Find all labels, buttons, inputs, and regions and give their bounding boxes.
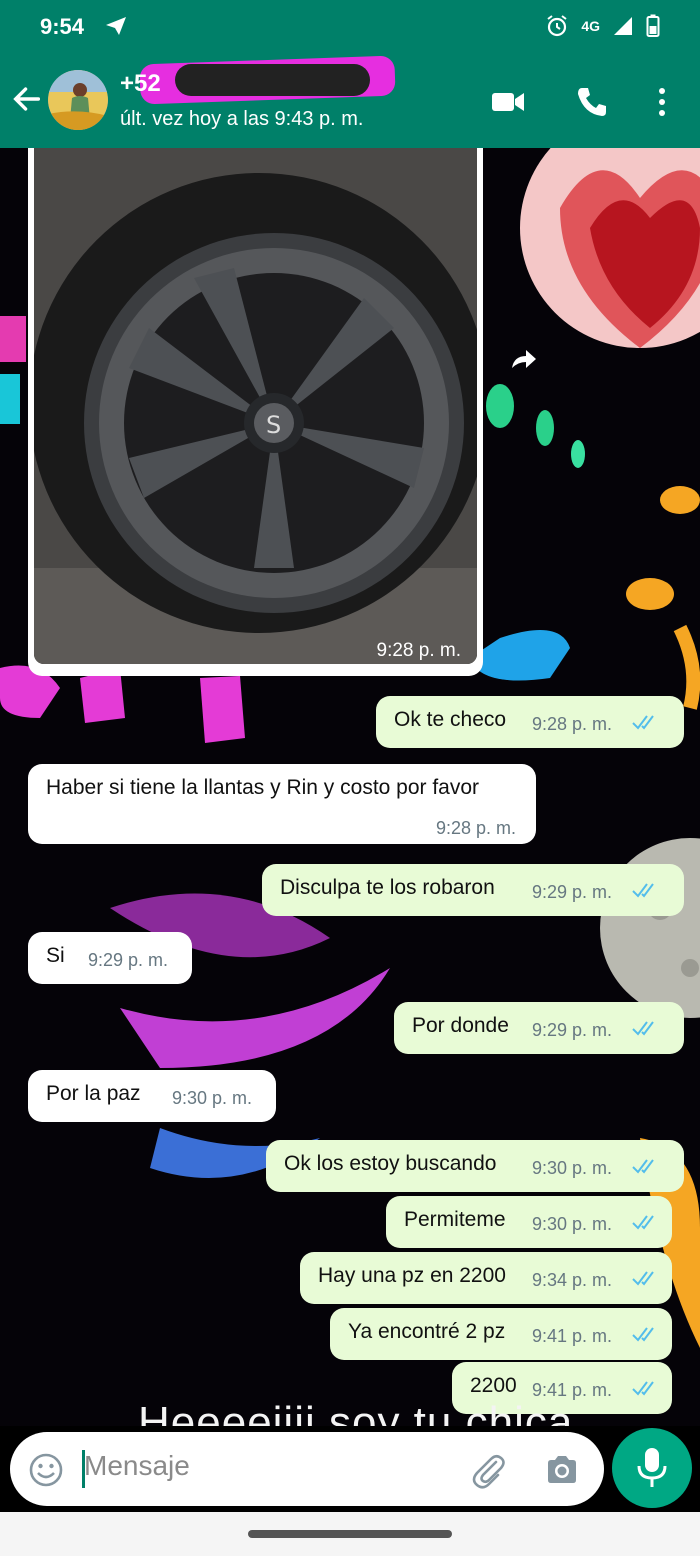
read-ticks-icon — [632, 715, 654, 730]
message-time: 9:30 p. m. — [532, 1158, 613, 1178]
tire-photo[interactable]: S — [34, 148, 477, 664]
message-text: 2200 — [470, 1374, 517, 1397]
message-text: Por la paz — [46, 1082, 141, 1105]
message-text: Ok te checo — [394, 708, 507, 731]
more-vert-icon[interactable] — [642, 82, 682, 122]
wallpaper-caption: Heeeeiiii soy tu chica — [138, 1398, 574, 1426]
message-time: 9:30 p. m. — [532, 1214, 613, 1234]
read-ticks-icon — [632, 1327, 654, 1342]
system-nav-bar — [0, 1512, 700, 1556]
message-bubble-incoming[interactable]: Si 9:29 p. m. — [28, 932, 192, 984]
message-bubble-outgoing[interactable]: Ok los estoy buscando 9:30 p. m. — [266, 1140, 684, 1192]
message-text: Disculpa te los robaron — [280, 876, 495, 899]
contact-name[interactable]: +52 — [120, 70, 161, 98]
message-text: Permiteme — [404, 1208, 506, 1231]
forward-icon[interactable] — [506, 344, 540, 378]
message-text: Si — [46, 944, 65, 967]
svg-text:S: S — [266, 411, 281, 439]
video-call-icon[interactable] — [488, 82, 528, 122]
avatar-picture — [48, 70, 108, 130]
read-ticks-icon — [632, 1381, 654, 1396]
message-bubble-outgoing[interactable]: Ok te checo 9:28 p. m. — [376, 696, 684, 748]
image-message[interactable]: S 9:28 p. m. — [28, 148, 483, 676]
mic-button[interactable] — [612, 1428, 692, 1508]
status-bar: 9:54 4G — [0, 0, 700, 52]
read-ticks-icon — [632, 1159, 654, 1174]
read-ticks-icon — [632, 883, 654, 898]
alarm-icon — [547, 15, 567, 37]
message-time: 9:28 p. m. — [436, 818, 517, 838]
read-ticks-icon — [632, 1021, 654, 1036]
message-input-bar: Mensaje — [10, 1432, 604, 1506]
message-time: 9:28 p. m. — [532, 714, 613, 734]
read-ticks-icon — [632, 1215, 654, 1230]
avatar[interactable] — [48, 70, 108, 130]
battery-icon — [646, 14, 660, 37]
camera-icon[interactable] — [544, 1452, 580, 1488]
tire-image: S — [34, 148, 477, 664]
message-text: Haber si tiene la llantas y Rin y costo … — [46, 776, 480, 799]
message-bubble-incoming[interactable]: Haber si tiene la llantas y Rin y costo … — [28, 764, 536, 844]
message-bubble-outgoing[interactable]: Por donde 9:29 p. m. — [394, 1002, 684, 1054]
last-seen-status: últ. vez hoy a las 9:43 p. m. — [120, 108, 364, 130]
message-time: 9:29 p. m. — [532, 882, 613, 902]
message-bubble-outgoing[interactable]: Ya encontré 2 pz 9:41 p. m. — [330, 1308, 672, 1360]
message-text: Ya encontré 2 pz — [348, 1320, 506, 1343]
network-type: 4G — [581, 18, 600, 34]
attach-icon[interactable] — [468, 1450, 508, 1490]
chat-area[interactable]: S 9:28 p. m. Ok te checo 9:28 p. m. Habe… — [0, 148, 700, 1426]
home-gesture-handle[interactable] — [248, 1530, 452, 1538]
status-time: 9:54 — [40, 14, 85, 39]
message-time: 9:34 p. m. — [532, 1270, 613, 1290]
message-text: Ok los estoy buscando — [284, 1152, 497, 1175]
signal-icon — [614, 17, 632, 35]
message-time: 9:29 p. m. — [88, 950, 169, 970]
message-time: 9:29 p. m. — [532, 1020, 613, 1040]
redaction-bar — [175, 64, 370, 96]
emoji-icon[interactable] — [28, 1452, 64, 1488]
back-arrow-icon[interactable] — [10, 82, 44, 116]
message-text: Hay una pz en 2200 — [318, 1264, 506, 1287]
message-time: 9:30 p. m. — [172, 1088, 253, 1108]
chat-header: +52 últ. vez hoy a las 9:43 p. m. — [0, 52, 700, 148]
mic-icon — [637, 1448, 667, 1487]
message-text: Por donde — [412, 1014, 509, 1037]
read-ticks-icon — [632, 1271, 654, 1286]
message-bubble-outgoing[interactable]: Permiteme 9:30 p. m. — [386, 1196, 672, 1248]
message-bubble-outgoing[interactable]: Hay una pz en 2200 9:34 p. m. — [300, 1252, 672, 1304]
phone-call-icon[interactable] — [572, 82, 612, 122]
message-bubble-incoming[interactable]: Por la paz 9:30 p. m. — [28, 1070, 276, 1122]
message-input[interactable]: Mensaje — [84, 1450, 190, 1482]
status-indicators: 4G — [545, 14, 660, 38]
message-time: 9:28 p. m. — [376, 640, 462, 661]
message-time: 9:41 p. m. — [532, 1326, 613, 1346]
message-bubble-outgoing[interactable]: Disculpa te los robaron 9:29 p. m. — [262, 864, 684, 916]
telegram-send-icon — [106, 17, 126, 35]
